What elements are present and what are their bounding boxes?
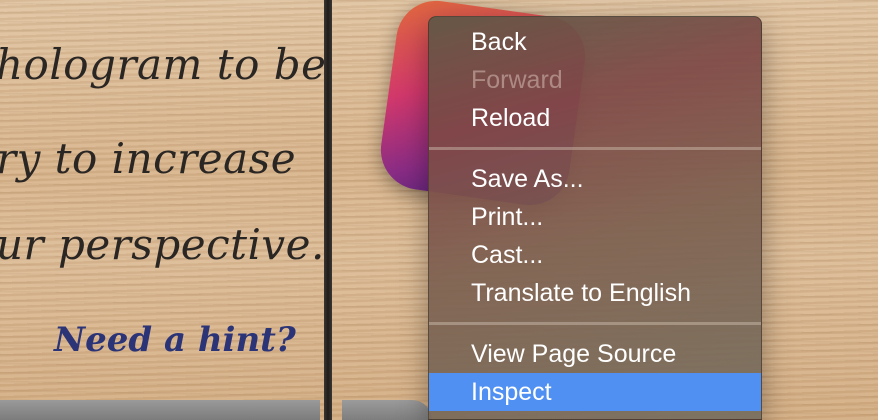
menu-item-view-page-source[interactable]: View Page Source	[429, 335, 761, 373]
panel-divider	[324, 0, 332, 420]
bottom-left-panel	[0, 400, 320, 420]
puzzle-text-line-3: ur perspective.	[0, 220, 325, 269]
puzzle-text-line-2: ry to increase	[0, 134, 297, 183]
puzzle-text-line-1: hologram to be	[0, 40, 327, 89]
context-menu: Back Forward Reload Save As... Print... …	[428, 16, 762, 420]
menu-item-cast[interactable]: Cast...	[429, 236, 761, 274]
menu-item-reload[interactable]: Reload	[429, 99, 761, 137]
menu-item-inspect[interactable]: Inspect	[429, 373, 761, 411]
menu-item-forward: Forward	[471, 66, 563, 94]
menu-item-translate[interactable]: Translate to English	[429, 274, 761, 312]
menu-item-back[interactable]: Back	[429, 23, 761, 61]
bottom-right-panel	[342, 400, 432, 420]
menu-item-print[interactable]: Print...	[429, 198, 761, 236]
menu-separator	[429, 322, 761, 325]
menu-item-save-as[interactable]: Save As...	[429, 160, 761, 198]
menu-separator	[429, 147, 761, 150]
need-a-hint-link[interactable]: Need a hint?	[54, 320, 296, 360]
